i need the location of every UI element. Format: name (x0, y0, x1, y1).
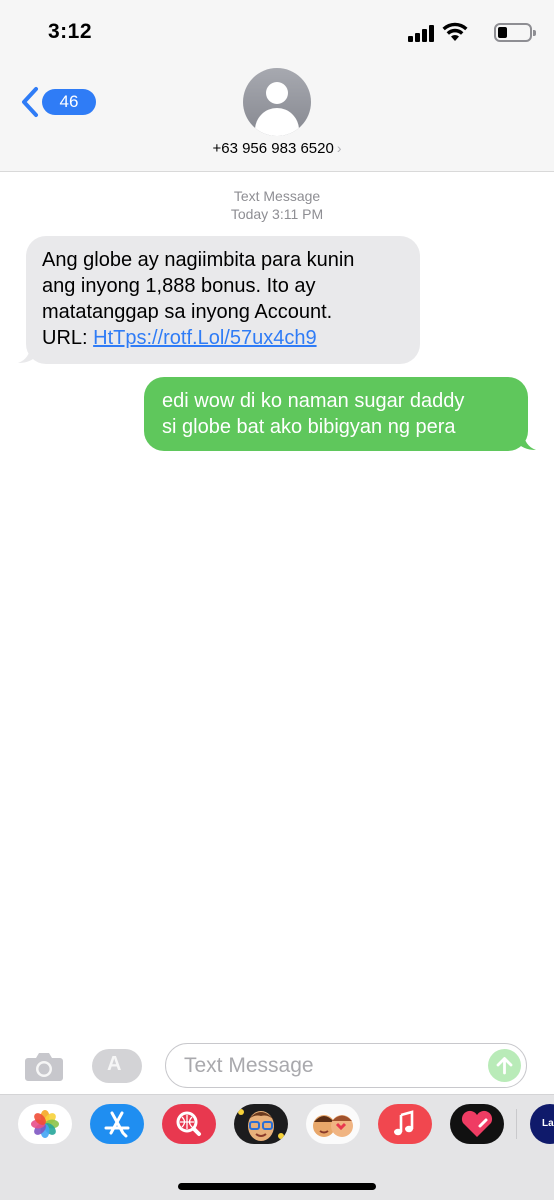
home-indicator[interactable] (178, 1183, 376, 1190)
music-icon[interactable] (378, 1104, 432, 1144)
message-link[interactable]: HtTps://rotf.Lol/57ux4ch9 (93, 327, 316, 349)
app-store-button[interactable]: A (92, 1049, 142, 1083)
cellular-signal-icon (408, 24, 434, 42)
wifi-icon (442, 22, 468, 41)
navigation-header: 3:12 46 +63 956 983 6520 › (0, 0, 554, 172)
drawer-divider (516, 1109, 517, 1139)
message-text-line: Ang globe ay nagiimbita para kunin (42, 249, 355, 271)
battery-icon (494, 23, 536, 42)
digital-touch-icon[interactable] (450, 1104, 504, 1144)
back-button[interactable]: 46 (20, 84, 96, 120)
message-text-line: si globe bat ako bibigyan ng pera (162, 416, 456, 438)
chevron-left-icon (22, 87, 38, 117)
contact-avatar[interactable] (243, 68, 311, 136)
message-text-line: ang inyong 1,888 bonus. Ito ay (42, 275, 316, 297)
message-input[interactable]: Text Message (165, 1043, 527, 1088)
memoji-stickers-icon[interactable] (306, 1104, 360, 1144)
contact-name-button[interactable]: +63 956 983 6520 › (0, 140, 554, 157)
photos-icon[interactable] (18, 1104, 72, 1144)
images-search-icon[interactable] (162, 1104, 216, 1144)
memoji-icon[interactable] (234, 1104, 288, 1144)
message-input-placeholder: Text Message (184, 1054, 314, 1077)
arrow-up-icon (496, 1057, 513, 1075)
outgoing-message-bubble[interactable]: edi wow di ko naman sugar daddy si globe… (144, 377, 528, 451)
contact-number: +63 956 983 6520 (212, 140, 334, 157)
message-timestamp: Today 3:11 PM (230, 206, 324, 222)
lazada-label: Laz (542, 1118, 554, 1129)
send-button[interactable] (488, 1049, 521, 1082)
camera-button[interactable] (24, 1050, 64, 1082)
app-store-icon[interactable] (90, 1104, 144, 1144)
app-store-icon: A (107, 1053, 122, 1075)
status-icons (402, 22, 536, 44)
message-text-line: edi wow di ko naman sugar daddy (162, 390, 465, 412)
status-time: 3:12 (48, 20, 93, 43)
url-label: URL: (42, 327, 94, 349)
message-text-line: matatanggap sa inyong Account. (42, 301, 333, 323)
lazada-icon[interactable]: Laz (530, 1104, 554, 1144)
unread-count-badge: 46 (42, 89, 96, 115)
chevron-right-icon: › (336, 140, 342, 156)
incoming-message-bubble[interactable]: Ang globe ay nagiimbita para kunin ang i… (26, 236, 420, 364)
service-label: Text Message (233, 188, 321, 204)
